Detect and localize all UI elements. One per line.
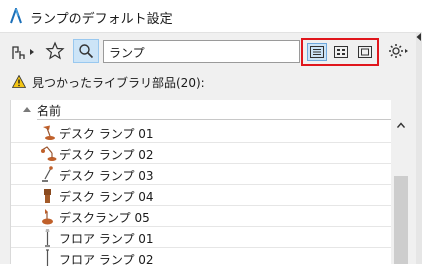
library-tree: 名前 デスク ランプ 01 デスク ランプ 02 デスク ランプ 03 デスク … xyxy=(10,100,392,267)
desk-lamp-icon xyxy=(42,209,53,225)
list-view-icon xyxy=(310,46,324,58)
grid-view-button[interactable] xyxy=(331,43,351,61)
archicad-logo-icon xyxy=(10,8,22,24)
search-icon xyxy=(79,44,94,59)
search-button[interactable] xyxy=(73,39,99,63)
large-preview-icon xyxy=(358,46,372,58)
list-item[interactable]: デスク ランプ 01 xyxy=(11,122,392,143)
list-item[interactable]: フロア ランプ 01 xyxy=(11,227,392,248)
item-label: デスク ランプ 02 xyxy=(59,148,154,162)
object-filter-icon xyxy=(12,46,34,59)
scrollbar-thumb[interactable] xyxy=(394,176,408,264)
collapse-panel-icon[interactable] xyxy=(416,33,422,41)
floor-lamp-icon xyxy=(46,249,49,266)
desk-lamp-icon xyxy=(43,125,55,140)
desk-lamp-icon xyxy=(41,146,57,161)
warning-icon xyxy=(12,75,26,88)
gear-icon xyxy=(389,44,408,58)
settings-button[interactable] xyxy=(381,39,415,63)
item-label: デスク ランプ 04 xyxy=(59,190,154,204)
header-divider xyxy=(37,119,392,120)
list-view-button[interactable] xyxy=(307,43,327,61)
item-label: デスクランプ 05 xyxy=(59,211,150,225)
object-filter-button[interactable] xyxy=(10,41,38,63)
star-icon xyxy=(45,41,65,60)
favorites-button[interactable] xyxy=(44,40,66,62)
name-header-label: 名前 xyxy=(37,104,62,118)
item-label: フロア ランプ 02 xyxy=(59,253,154,267)
desk-lamp-icon xyxy=(44,189,51,203)
results-count: 見つかったライブラリ部品(20): xyxy=(32,76,205,90)
view-mode-group xyxy=(301,38,379,66)
item-label: デスク ランプ 03 xyxy=(59,169,154,183)
title-bar: ランプのデフォルト設定 xyxy=(0,0,422,32)
desk-lamp-icon xyxy=(42,166,53,182)
panel-edge xyxy=(416,32,422,264)
grid-view-icon xyxy=(334,46,348,58)
item-label: フロア ランプ 01 xyxy=(59,232,154,246)
results-bar: 見つかったライブラリ部品(20): xyxy=(0,70,422,94)
tree-scrollbar[interactable] xyxy=(391,100,411,264)
list-item[interactable]: フロア ランプ 02 xyxy=(11,248,392,267)
large-preview-button[interactable] xyxy=(355,43,375,61)
library-toolbar: ランプ xyxy=(0,32,422,70)
list-item[interactable]: デスク ランプ 02 xyxy=(11,143,392,164)
collapse-triangle-icon[interactable] xyxy=(23,106,31,114)
list-item[interactable]: デスク ランプ 03 xyxy=(11,164,392,185)
library-tree-area: 名前 デスク ランプ 01 デスク ランプ 02 デスク ランプ 03 デスク … xyxy=(0,94,422,267)
window-title: ランプのデフォルト設定 xyxy=(30,12,173,27)
list-item[interactable]: デスク ランプ 04 xyxy=(11,185,392,206)
chevron-up-icon[interactable] xyxy=(397,122,405,128)
search-input[interactable]: ランプ xyxy=(103,40,300,63)
floor-lamp-icon xyxy=(45,229,50,247)
item-label: デスク ランプ 01 xyxy=(59,127,154,141)
list-item[interactable]: デスクランプ 05 xyxy=(11,206,392,227)
name-column-header[interactable]: 名前 xyxy=(11,100,392,120)
